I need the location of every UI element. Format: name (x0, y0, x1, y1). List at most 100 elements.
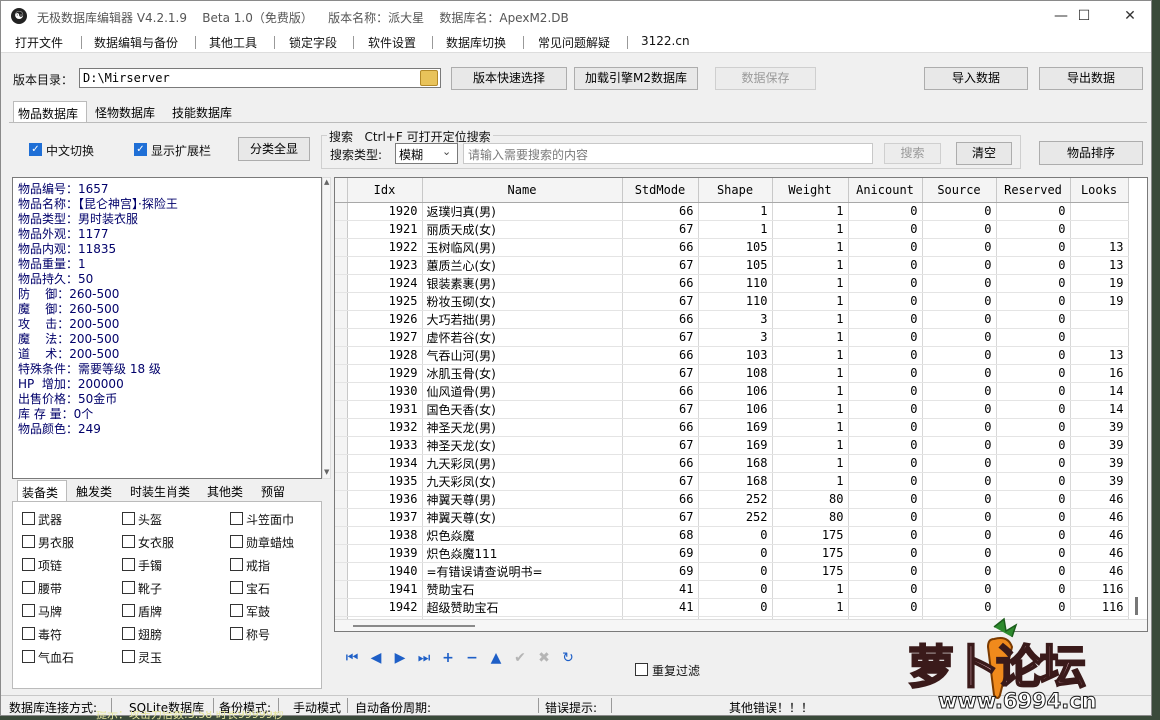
table-cell[interactable]: 0 (848, 238, 923, 257)
table-cell[interactable]: 13 (1070, 238, 1129, 257)
table-cell[interactable]: 0 (848, 346, 923, 365)
search-input[interactable]: 请输入需要搜索的内容 (463, 143, 873, 164)
table-cell[interactable]: 0 (996, 490, 1071, 509)
table-cell[interactable]: 0 (996, 580, 1071, 599)
table-cell[interactable]: 66 (622, 382, 699, 401)
column-header[interactable]: Anicount (848, 178, 923, 203)
table-row[interactable]: 1940 =有错误请查说明书= 69 0 175 0 0 0 46 (335, 562, 1129, 581)
table-cell[interactable]: 0 (698, 544, 773, 563)
table-cell[interactable]: 九天彩凤(男) (422, 454, 623, 473)
table-cell[interactable]: 0 (996, 598, 1071, 617)
table-cell[interactable]: 46 (1070, 508, 1129, 527)
table-cell[interactable]: 1933 (347, 436, 423, 455)
table-cell[interactable]: 0 (922, 202, 997, 221)
table-row[interactable]: 1925 粉妆玉砌(女) 67 110 1 0 0 0 19 (335, 292, 1129, 311)
nav-first-icon[interactable]: ⏮ (342, 649, 362, 667)
table-row[interactable]: 1921 丽质天成(女) 67 1 1 0 0 0 (335, 220, 1129, 239)
table-cell[interactable]: 0 (996, 256, 1071, 275)
category-checkbox[interactable] (230, 627, 243, 640)
table-cell[interactable]: 0 (996, 418, 1071, 437)
load-db-button[interactable]: 加载引擎M2数据库 (574, 67, 698, 90)
row-indicator[interactable] (335, 256, 348, 275)
table-cell[interactable]: 0 (922, 580, 997, 599)
table-cell[interactable]: 1 (772, 418, 849, 437)
row-indicator[interactable] (335, 382, 348, 401)
info-scrollbar[interactable]: ▲ ▼ (322, 177, 331, 479)
row-indicator[interactable] (335, 472, 348, 491)
category-checkbox[interactable] (22, 581, 35, 594)
table-cell[interactable]: 0 (922, 562, 997, 581)
category-checkbox[interactable] (122, 650, 135, 663)
table-cell[interactable]: 0 (848, 580, 923, 599)
table-cell[interactable]: 0 (996, 562, 1071, 581)
table-row[interactable]: 1932 神圣天龙(男) 66 169 1 0 0 0 39 (335, 418, 1129, 437)
table-cell[interactable]: 1937 (347, 508, 423, 527)
table-cell[interactable]: 1940 (347, 562, 423, 581)
row-indicator[interactable] (335, 238, 348, 257)
table-cell[interactable]: 0 (848, 310, 923, 329)
category-checkbox[interactable] (122, 627, 135, 640)
table-cell[interactable]: 39 (1070, 436, 1129, 455)
row-indicator[interactable] (335, 418, 348, 437)
table-cell[interactable]: 1942 (347, 598, 423, 617)
menu-site-link[interactable]: 3122.cn (641, 34, 690, 48)
column-header[interactable]: Looks (1070, 178, 1129, 203)
table-cell[interactable]: 1922 (347, 238, 423, 257)
table-cell[interactable]: 0 (996, 382, 1071, 401)
export-data-button[interactable]: 导出数据 (1039, 67, 1143, 90)
table-cell[interactable]: 0 (922, 292, 997, 311)
table-cell[interactable]: 0 (848, 544, 923, 563)
table-cell[interactable]: 169 (698, 418, 773, 437)
nav-last-icon[interactable]: ⏭ (414, 649, 434, 667)
table-cell[interactable]: 0 (922, 472, 997, 491)
table-cell[interactable]: 0 (848, 472, 923, 491)
category-checkbox[interactable] (230, 558, 243, 571)
table-cell[interactable]: 0 (996, 454, 1071, 473)
row-indicator[interactable] (335, 598, 348, 617)
table-cell[interactable]: 0 (922, 274, 997, 293)
tab-reserved[interactable]: 预留 (257, 480, 297, 502)
column-header[interactable]: StdMode (622, 178, 699, 203)
table-row[interactable]: 1937 神翼天尊(女) 67 252 80 0 0 0 46 (335, 508, 1129, 527)
scroll-down-icon[interactable]: ▼ (324, 468, 329, 476)
table-cell[interactable]: 68 (622, 526, 699, 545)
clear-button[interactable]: 清空 (956, 142, 1012, 165)
category-checkbox[interactable] (22, 650, 35, 663)
table-cell[interactable]: 175 (772, 544, 849, 563)
table-cell[interactable]: 1 (698, 220, 773, 239)
table-cell[interactable]: 0 (922, 256, 997, 275)
category-checkbox[interactable] (22, 558, 35, 571)
table-cell[interactable]: 39 (1070, 472, 1129, 491)
nav-cancel-icon[interactable]: ✖ (534, 649, 554, 667)
table-row[interactable]: 1933 神圣天龙(女) 67 169 1 0 0 0 39 (335, 436, 1129, 455)
table-cell[interactable]: 66 (622, 418, 699, 437)
category-checkbox[interactable] (230, 581, 243, 594)
table-cell[interactable]: 大巧若拙(男) (422, 310, 623, 329)
table-cell[interactable]: 0 (848, 292, 923, 311)
table-row[interactable]: 1923 蕙质兰心(女) 67 105 1 0 0 0 13 (335, 256, 1129, 275)
table-cell[interactable]: 252 (698, 490, 773, 509)
nav-delete-icon[interactable]: − (462, 649, 482, 667)
table-cell[interactable]: 0 (848, 454, 923, 473)
nav-edit-icon[interactable]: ▲ (486, 649, 506, 667)
table-cell[interactable]: 66 (622, 202, 699, 221)
table-row[interactable]: 1930 仙风道骨(男) 66 106 1 0 0 0 14 (335, 382, 1129, 401)
table-cell[interactable]: 0 (996, 544, 1071, 563)
row-indicator[interactable] (335, 364, 348, 383)
tab-skill-db[interactable]: 技能数据库 (168, 101, 242, 123)
menu-data-edit-backup[interactable]: 数据编辑与备份 (94, 34, 178, 51)
table-cell[interactable]: 0 (922, 364, 997, 383)
row-indicator[interactable] (335, 490, 348, 509)
table-cell[interactable]: 1 (772, 598, 849, 617)
table-cell[interactable]: 0 (922, 346, 997, 365)
category-checkbox[interactable] (230, 604, 243, 617)
dedupe-checkbox[interactable] (635, 663, 648, 676)
table-cell[interactable]: 46 (1070, 526, 1129, 545)
table-cell[interactable]: 0 (848, 220, 923, 239)
table-cell[interactable]: 16 (1070, 364, 1129, 383)
sort-items-button[interactable]: 物品排序 (1039, 141, 1143, 165)
table-cell[interactable]: 1934 (347, 454, 423, 473)
table-row[interactable]: 1929 冰肌玉骨(女) 67 108 1 0 0 0 16 (335, 364, 1129, 383)
table-cell[interactable]: 3 (698, 328, 773, 347)
table-cell[interactable]: 13 (1070, 256, 1129, 275)
